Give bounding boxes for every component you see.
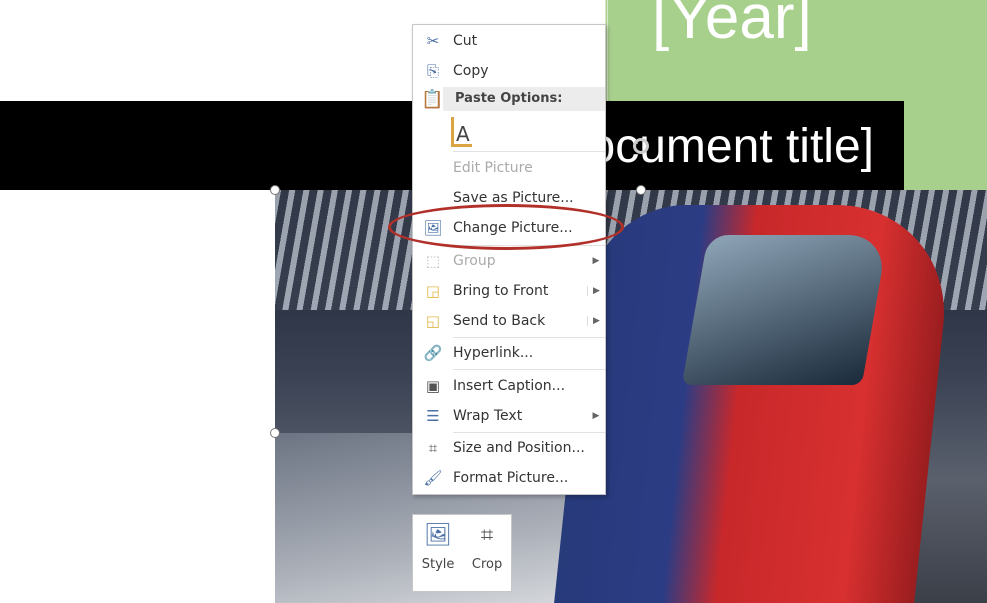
menu-item-change-picture[interactable]: 🖼 Change Picture... [413,214,605,242]
caption-icon: ▣ [425,377,441,395]
menu-item-insert-caption[interactable]: ▣ Insert Caption... [413,372,605,400]
menu-item-format-picture[interactable]: 🖌 Format Picture... [413,464,605,492]
resize-handle[interactable] [636,185,646,195]
menu-item-copy[interactable]: ⎘ Copy [413,57,605,85]
menu-item-save-as-picture[interactable]: Save as Picture... [413,184,605,212]
format-picture-icon: 🖌 [423,469,443,487]
picture-style-icon: 🖼 [424,523,453,548]
crop-icon: ⌗ [480,523,494,548]
paste-options-header: Paste Options: [443,87,605,111]
year-placeholder[interactable]: [Year] [652,0,812,53]
keep-text-only-icon[interactable]: A [451,117,472,147]
separator [453,245,605,246]
menu-item-send-to-back[interactable]: ◱ Send to Back ▶ [413,307,605,335]
resize-handle[interactable] [270,185,280,195]
chevron-right-icon[interactable]: ▶ [587,286,605,296]
separator [453,151,605,152]
chevron-right-icon[interactable]: ▶ [587,411,605,421]
scissors-icon: ✂ [426,32,440,50]
chevron-right-icon: ▶ [592,256,600,266]
crop-button[interactable]: ⌗ Crop [472,523,502,591]
menu-item-size-and-position[interactable]: ⌗ Size and Position... [413,434,605,462]
wrap-text-icon: ☰ [426,407,440,425]
train-picture[interactable] [275,190,987,603]
rotate-handle[interactable] [633,138,649,154]
menu-item-bring-to-front[interactable]: ◲ Bring to Front ▶ [413,277,605,305]
send-to-back-icon: ◱ [425,312,441,330]
train-window [681,235,889,385]
resize-handle[interactable] [270,428,280,438]
change-picture-icon: 🖼 [423,219,443,237]
chevron-right-icon[interactable]: ▶ [587,316,605,326]
menu-item-hyperlink[interactable]: 🔗 Hyperlink... [413,339,605,367]
style-button[interactable]: 🖼 Style [422,523,455,591]
menu-item-wrap-text[interactable]: ☰ Wrap Text ▶ [413,402,605,430]
group-icon: ⬚ [425,252,441,270]
size-position-icon: ⌗ [428,439,438,457]
menu-item-group[interactable]: ⬚ Group ▶ [413,247,605,275]
bring-to-front-icon: ◲ [425,282,441,300]
paste-icon: 📋 [421,89,444,110]
separator [453,432,605,433]
menu-item-edit-picture[interactable]: Edit Picture [413,154,605,182]
separator [453,337,605,338]
separator [453,369,605,370]
menu-item-cut[interactable]: ✂ Cut [413,27,605,55]
hyperlink-icon: 🔗 [423,344,443,362]
mini-toolbar: 🖼 Style ⌗ Crop [412,514,512,592]
copy-icon: ⎘ [426,62,439,80]
context-menu: ✂ Cut ⎘ Copy 📋 Paste Options: A Edit Pictu… [412,24,606,495]
